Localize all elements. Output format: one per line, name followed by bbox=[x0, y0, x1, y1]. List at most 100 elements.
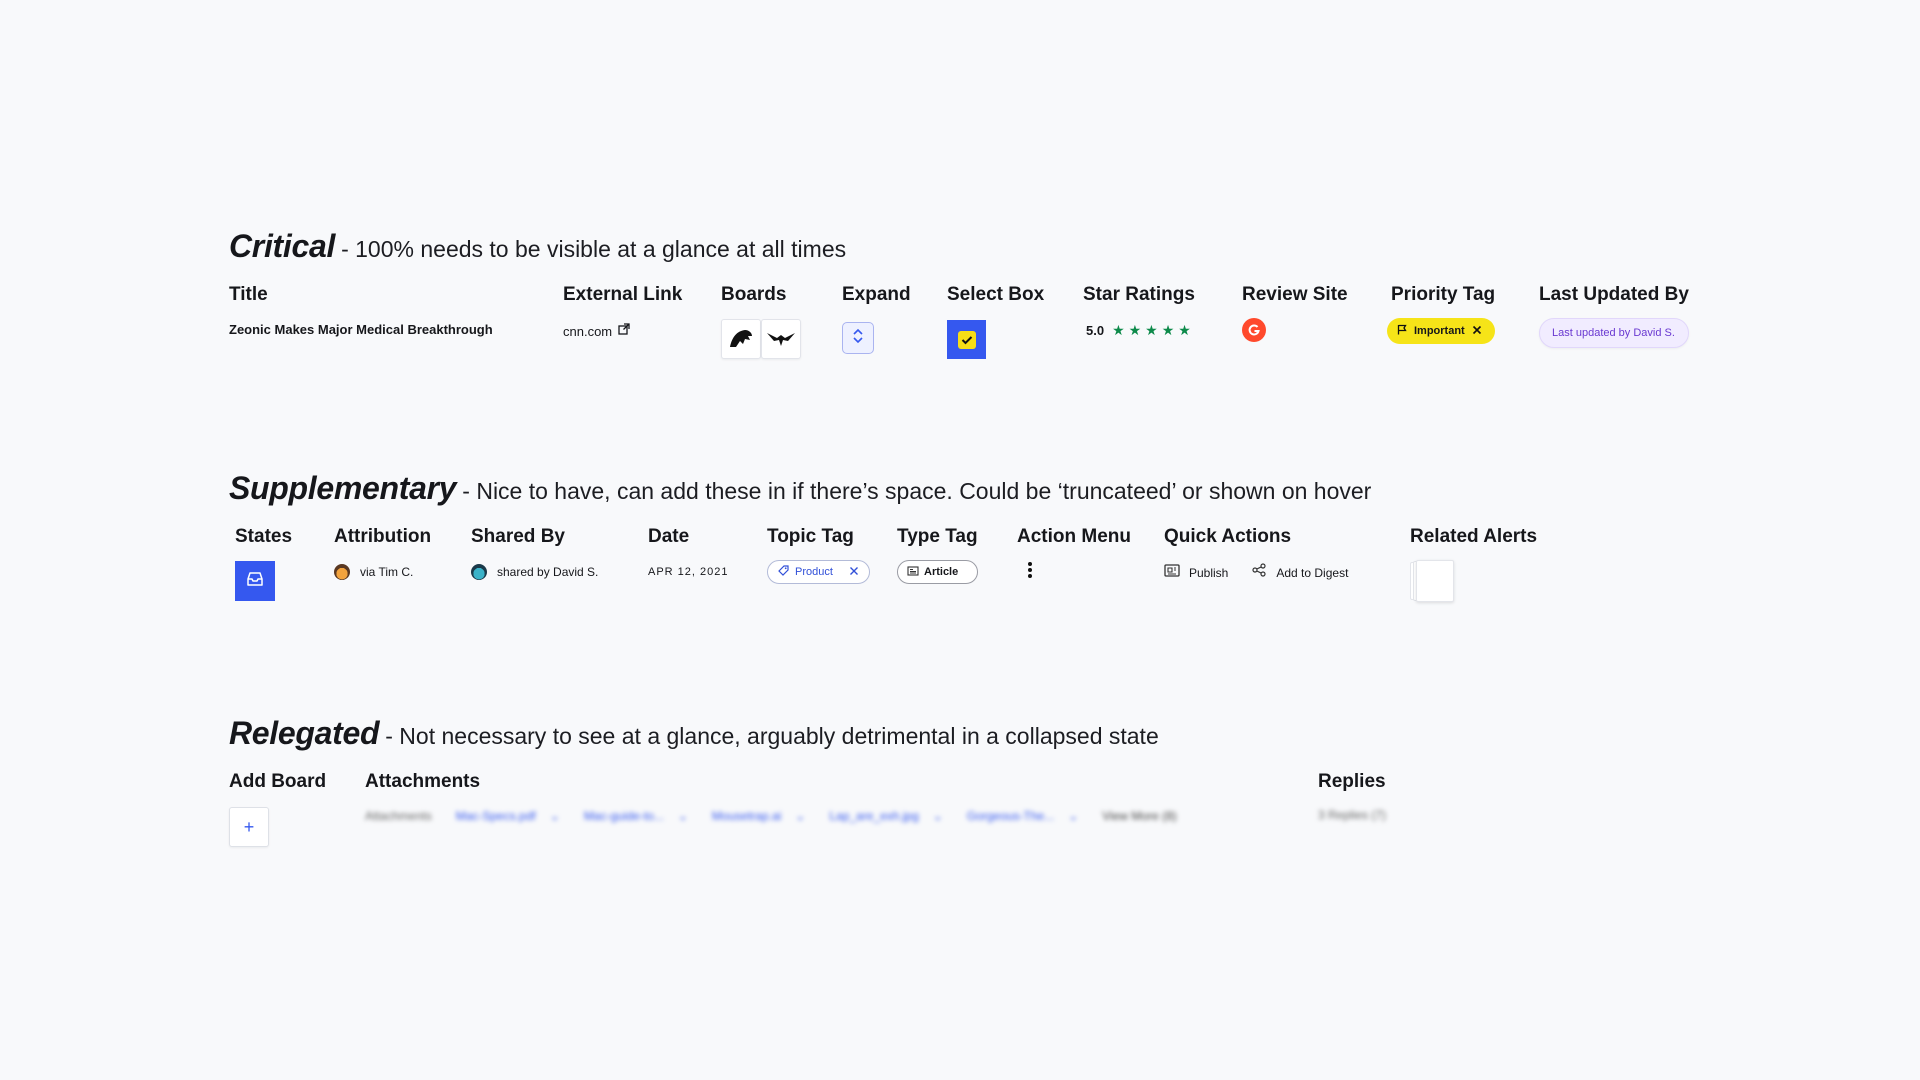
column-header: Select Box bbox=[947, 284, 1045, 305]
attachments-column: Attachments Attachments Mac-Specs.pdf ⌄ M… bbox=[365, 771, 1177, 823]
close-icon[interactable] bbox=[849, 566, 859, 579]
page: Critical - 100% needs to be visible at a… bbox=[0, 0, 1920, 1080]
column-header: States bbox=[235, 526, 293, 547]
newspaper-icon bbox=[907, 565, 919, 579]
section-description: - 100% needs to be visible at a glance a… bbox=[341, 236, 847, 262]
external-link-text: cnn.com bbox=[563, 323, 613, 339]
star-rating: 5.0 ★★★★★ bbox=[1083, 322, 1195, 339]
share-icon bbox=[1252, 563, 1266, 582]
priority-tag-label: Important bbox=[1414, 325, 1465, 337]
plus-icon: + bbox=[243, 816, 255, 837]
flag-icon bbox=[1397, 322, 1407, 340]
column-header: Review Site bbox=[1242, 284, 1348, 305]
attribution: via Tim C. bbox=[334, 564, 431, 580]
quick-actions: Publish Add to Digest bbox=[1164, 563, 1348, 582]
title-column: Title Zeonic Makes Major Medical Breakth… bbox=[229, 284, 493, 337]
external-link[interactable]: cnn.com bbox=[563, 322, 682, 340]
attachment-chip[interactable]: Gorgeous-The... ⌄ bbox=[967, 809, 1078, 823]
avatar bbox=[471, 564, 487, 580]
section-description: - Nice to have, can add these in if ther… bbox=[462, 478, 1372, 504]
column-header: Add Board bbox=[229, 771, 327, 792]
external-link-icon bbox=[618, 322, 630, 340]
action-menu-column: Action Menu bbox=[1017, 526, 1131, 584]
states-column: States bbox=[235, 526, 292, 601]
column-header: Expand bbox=[842, 284, 911, 305]
topic-tag-label: Product bbox=[795, 566, 833, 578]
add-board-button[interactable]: + bbox=[229, 807, 269, 847]
column-header: Type Tag bbox=[897, 526, 978, 547]
priority-tag[interactable]: Important bbox=[1387, 318, 1496, 344]
attachment-chip[interactable]: Mac-Specs.pdf ⌄ bbox=[456, 809, 560, 823]
column-header: External Link bbox=[563, 284, 683, 305]
eagle-logo-icon[interactable] bbox=[761, 319, 801, 359]
column-header: Star Ratings bbox=[1083, 284, 1195, 305]
date-column: Date APR 12, 2021 bbox=[648, 526, 729, 578]
type-tag-label: Article bbox=[924, 566, 959, 578]
column-header: Action Menu bbox=[1017, 526, 1131, 547]
attachment-chip[interactable]: Mac-guide-to... ⌄ bbox=[584, 809, 688, 823]
add-board-column: Add Board + bbox=[229, 771, 326, 847]
shared-by-text: shared by David S. bbox=[497, 565, 599, 579]
type-tag[interactable]: Article bbox=[897, 560, 978, 584]
critical-section: Critical - 100% needs to be visible at a… bbox=[229, 228, 846, 265]
replies-column: Replies 3 Replies (7) bbox=[1318, 771, 1386, 822]
select-box-column: Select Box bbox=[947, 284, 1044, 359]
external-link-column: External Link cnn.com bbox=[563, 284, 682, 340]
replies-count[interactable]: 3 Replies (7) bbox=[1318, 808, 1386, 822]
chevron-down-icon: ⌄ bbox=[932, 809, 943, 823]
topic-tag[interactable]: Product bbox=[767, 560, 870, 584]
tag-icon bbox=[778, 565, 789, 579]
column-header: Topic Tag bbox=[767, 526, 854, 547]
state-button[interactable] bbox=[235, 561, 275, 601]
attachment-chip[interactable]: Lap_are_exh.jpg ⌄ bbox=[829, 809, 942, 823]
column-header: Title bbox=[229, 284, 268, 305]
last-updated-pill: Last updated by David S. bbox=[1539, 318, 1689, 348]
close-icon[interactable] bbox=[1472, 322, 1482, 340]
vertical-dots-icon[interactable] bbox=[1027, 561, 1037, 584]
supplementary-heading: Supplementary - Nice to have, can add th… bbox=[229, 470, 1371, 507]
chevron-up-down-icon bbox=[852, 328, 864, 349]
checkmark-icon bbox=[957, 330, 976, 349]
attachment-chip[interactable]: Mousetrap.ai ⌄ bbox=[712, 809, 805, 823]
quick-actions-column: Quick Actions Publish Add to Digest bbox=[1164, 526, 1348, 582]
add-to-digest-button[interactable]: Add to Digest bbox=[1252, 563, 1348, 582]
select-checkbox[interactable] bbox=[947, 320, 986, 359]
column-header: Attribution bbox=[334, 526, 432, 547]
shared-by: shared by David S. bbox=[471, 564, 598, 580]
stars-icon: ★★★★★ bbox=[1112, 322, 1195, 338]
avatar bbox=[334, 564, 350, 580]
publish-button[interactable]: Publish bbox=[1164, 563, 1229, 582]
relegated-section: Relegated - Not necessary to see at a gl… bbox=[229, 715, 1159, 752]
priority-tag-column: Priority Tag Important bbox=[1387, 284, 1496, 344]
inbox-icon bbox=[246, 571, 264, 592]
publish-label: Publish bbox=[1189, 565, 1229, 580]
chevron-down-icon: ⌄ bbox=[795, 809, 806, 823]
column-header: Boards bbox=[721, 284, 787, 305]
critical-heading: Critical - 100% needs to be visible at a… bbox=[229, 228, 846, 265]
review-site-column: Review Site bbox=[1242, 284, 1348, 342]
topic-tag-column: Topic Tag Product bbox=[767, 526, 870, 584]
section-title: Relegated bbox=[229, 715, 380, 751]
chevron-down-icon: ⌄ bbox=[549, 809, 560, 823]
rating-value: 5.0 bbox=[1086, 323, 1105, 338]
supplementary-section: Supplementary - Nice to have, can add th… bbox=[229, 470, 1371, 507]
column-header: Quick Actions bbox=[1164, 526, 1292, 547]
expand-button[interactable] bbox=[842, 322, 874, 354]
column-header: Date bbox=[648, 526, 690, 547]
attachments-prefix: Attachments bbox=[365, 809, 432, 823]
type-tag-column: Type Tag Article bbox=[897, 526, 978, 584]
column-header: Related Alerts bbox=[1410, 526, 1538, 547]
item-title[interactable]: Zeonic Makes Major Medical Breakthrough bbox=[229, 322, 493, 337]
add-to-digest-label: Add to Digest bbox=[1276, 565, 1349, 580]
g2-logo-icon[interactable] bbox=[1242, 318, 1266, 342]
boards-column: Boards bbox=[721, 284, 801, 359]
view-more-link[interactable]: View More (8) bbox=[1102, 809, 1176, 823]
section-title: Critical bbox=[229, 228, 336, 264]
lion-logo-icon[interactable] bbox=[721, 319, 761, 359]
boards-list bbox=[721, 319, 801, 359]
attribution-text: via Tim C. bbox=[360, 565, 414, 579]
shared-by-column: Shared By shared by David S. bbox=[471, 526, 598, 580]
newspaper-icon bbox=[1164, 563, 1180, 582]
related-alerts-stack[interactable] bbox=[1410, 560, 1454, 602]
related-alerts-column: Related Alerts bbox=[1410, 526, 1538, 602]
